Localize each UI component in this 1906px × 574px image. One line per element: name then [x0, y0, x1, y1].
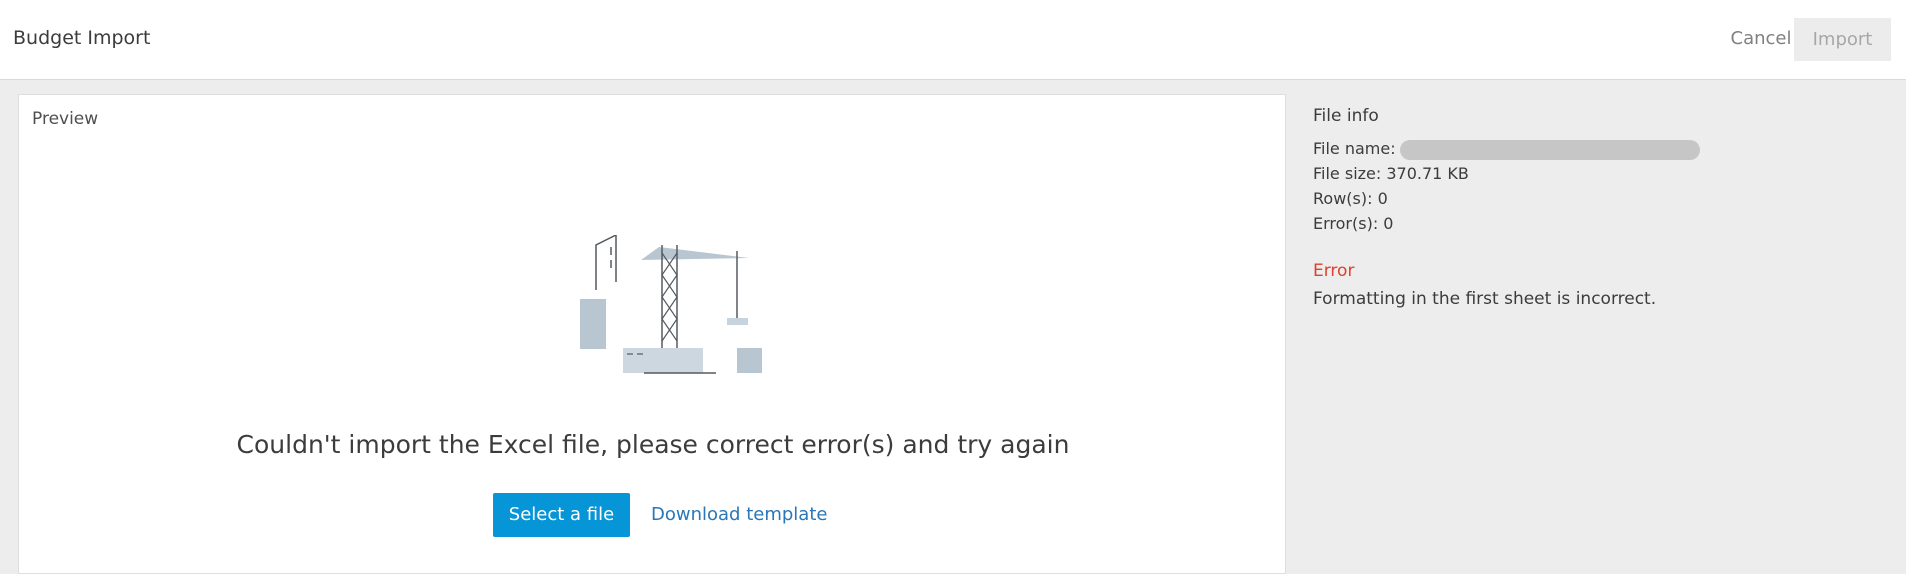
file-info-heading: File info: [1313, 106, 1379, 126]
download-template-link[interactable]: Download template: [651, 504, 827, 525]
construction-crane-icon: [580, 235, 762, 374]
import-button[interactable]: Import: [1794, 18, 1891, 61]
preview-panel: Preview Couldn't import the Excel file, …: [18, 94, 1286, 574]
error-heading: Error: [1313, 261, 1355, 281]
select-file-button[interactable]: Select a file: [493, 493, 630, 537]
file-size-row: File size: 370.71 KB: [1313, 164, 1469, 183]
preview-label: Preview: [32, 109, 99, 129]
error-description: Formatting in the first sheet is incorre…: [1313, 289, 1657, 309]
page-title: Budget Import: [13, 27, 151, 49]
rows-count-row: Row(s): 0: [1313, 189, 1388, 208]
redacted-file-name: [1399, 139, 1700, 160]
file-name-row: File name:: [1313, 136, 1873, 161]
error-message-headline: Couldn't import the Excel file, please c…: [236, 430, 1070, 459]
errors-count-row: Error(s): 0: [1313, 214, 1394, 233]
file-name-label: File name:: [1313, 139, 1396, 158]
file-info-panel: File info File name: File size: 370.71 K…: [1313, 94, 1873, 309]
top-bar: Budget Import Cancel Import: [0, 0, 1906, 80]
